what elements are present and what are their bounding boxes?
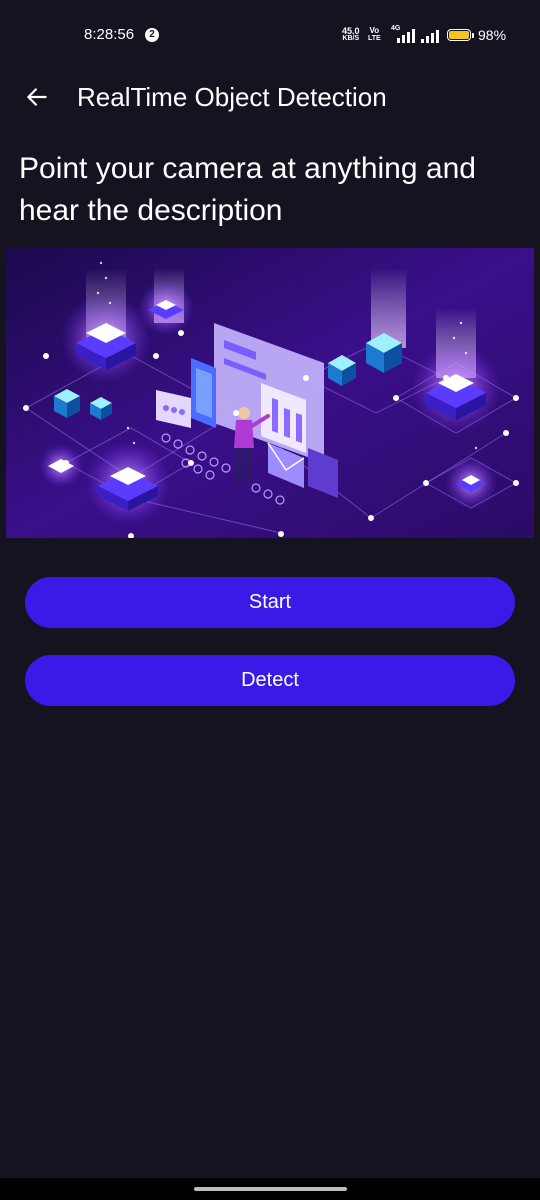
network-speed: 45.0 KB/S: [342, 27, 360, 43]
home-indicator[interactable]: [194, 1187, 347, 1191]
back-button[interactable]: [20, 80, 54, 114]
battery-tip: [472, 33, 474, 38]
start-button[interactable]: Start: [25, 577, 515, 628]
network-speed-unit: KB/S: [342, 35, 360, 42]
volte-bottom-label: LTE: [368, 35, 381, 42]
battery-icon: [447, 29, 471, 41]
battery-level: [449, 31, 469, 39]
detect-button[interactable]: Detect: [25, 655, 515, 706]
app-title: RealTime Object Detection: [77, 82, 387, 112]
isometric-tech-illustration: [6, 248, 534, 538]
headline: Point your camera at anything and hear t…: [19, 152, 476, 227]
signal-4g-icon: 4G: [391, 25, 415, 43]
signal-strength-icon: [421, 29, 439, 43]
battery-percent: 98%: [478, 27, 507, 43]
volte-top-label: Vo: [369, 26, 380, 35]
status-time: 8:28:56: [84, 26, 135, 43]
notification-badge: 2: [145, 28, 159, 42]
volte-icon: Vo LTE: [368, 27, 381, 43]
arrow-left-icon: [27, 88, 47, 106]
status-bar: 8:28:56 2 45.0 KB/S Vo LTE 4G 98%: [0, 0, 540, 70]
network-speed-value: 45.0: [342, 26, 360, 36]
